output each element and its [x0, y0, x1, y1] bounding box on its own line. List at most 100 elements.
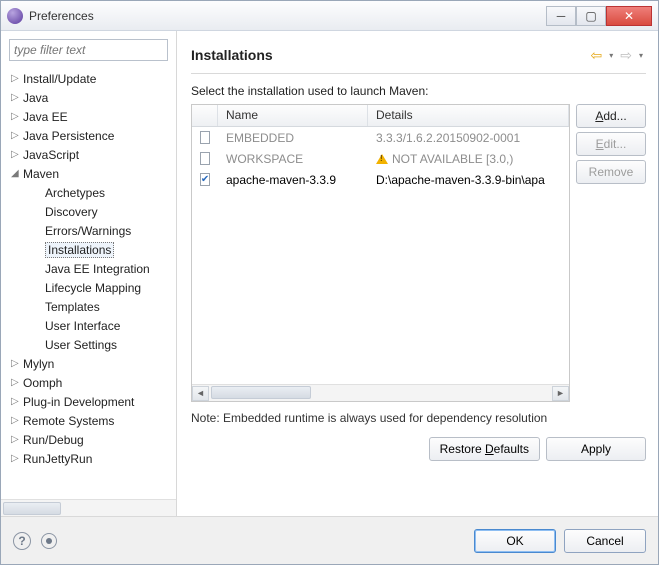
maximize-button[interactable]: ▢ [576, 6, 606, 26]
installations-table[interactable]: Name Details EMBEDDED3.3.3/1.6.2.2015090… [191, 104, 570, 402]
tree-item-label: Remote Systems [23, 414, 114, 428]
scrollbar-thumb[interactable] [211, 386, 311, 399]
nav-back-menu[interactable]: ▾ [606, 51, 616, 60]
tree-item[interactable]: ▷Java [1, 88, 176, 107]
apply-button[interactable]: Apply [546, 437, 646, 461]
checkbox[interactable]: ✔ [200, 173, 210, 186]
tree-item[interactable]: ▷Run/Debug [1, 430, 176, 449]
close-button[interactable]: ✕ [606, 6, 652, 26]
sidebar-scrollbar[interactable] [1, 499, 176, 516]
ok-button[interactable]: OK [474, 529, 556, 553]
titlebar[interactable]: Preferences ─ ▢ ✕ [1, 1, 658, 31]
tree-item[interactable]: Errors/Warnings [1, 221, 176, 240]
scroll-left-icon[interactable]: ◄ [192, 386, 209, 401]
tree-item[interactable]: ▷Java EE [1, 107, 176, 126]
cell-details: D:\apache-maven-3.3.9-bin\apa [368, 173, 569, 187]
tree-item-label: Install/Update [23, 72, 96, 86]
tree-item-label: Templates [45, 300, 100, 314]
expand-icon[interactable]: ▷ [11, 73, 23, 84]
tree-item[interactable]: ▷Oomph [1, 373, 176, 392]
expand-icon[interactable]: ▷ [11, 358, 23, 369]
expand-icon[interactable]: ▷ [11, 434, 23, 445]
tree-item[interactable]: ◢Maven [1, 164, 176, 183]
tree-item[interactable]: ▷Plug-in Development [1, 392, 176, 411]
tree-item-label: Java [23, 91, 48, 105]
tree-item-label: Plug-in Development [23, 395, 134, 409]
tree-item[interactable]: User Interface [1, 316, 176, 335]
cell-details: 3.3.3/1.6.2.20150902-0001 [368, 131, 569, 145]
expand-icon[interactable]: ▷ [11, 453, 23, 464]
restore-defaults-button[interactable]: Restore Defaults [429, 437, 540, 461]
edit-button[interactable]: Edit... [576, 132, 646, 156]
tree-item-label: Run/Debug [23, 433, 84, 447]
preferences-window: Preferences ─ ▢ ✕ ▷Install/Update▷Java▷J… [0, 0, 659, 565]
table-row[interactable]: ✔ apache-maven-3.3.9D:\apache-maven-3.3.9… [192, 169, 569, 190]
checkbox [200, 152, 210, 165]
nav-forward-icon[interactable]: ⇨ [618, 47, 634, 64]
cell-name: EMBEDDED [218, 131, 368, 145]
main-panel: Installations ⇦ ▾ ⇨ ▾ Select the install… [177, 31, 658, 516]
table-row[interactable]: WORKSPACENOT AVAILABLE [3.0,) [192, 148, 569, 169]
tree-item[interactable]: ▷Install/Update [1, 69, 176, 88]
tree-item-label: Java Persistence [23, 129, 114, 143]
tree-item-label: RunJettyRun [23, 452, 92, 466]
tree-item-label: Mylyn [23, 357, 54, 371]
select-label: Select the installation used to launch M… [191, 84, 646, 98]
nav-back-icon[interactable]: ⇦ [589, 47, 605, 64]
filter-input[interactable] [9, 39, 168, 61]
expand-icon[interactable]: ▷ [11, 111, 23, 122]
nav-forward-menu[interactable]: ▾ [636, 51, 646, 60]
expand-icon[interactable]: ▷ [11, 377, 23, 388]
tree-item[interactable]: Installations [1, 240, 176, 259]
expand-icon[interactable]: ▷ [11, 92, 23, 103]
minimize-button[interactable]: ─ [546, 6, 576, 26]
tree-item[interactable]: ▷Remote Systems [1, 411, 176, 430]
tree-item-label: Java EE [23, 110, 68, 124]
table-row[interactable]: EMBEDDED3.3.3/1.6.2.20150902-0001 [192, 127, 569, 148]
expand-icon[interactable]: ▷ [11, 149, 23, 160]
expand-icon[interactable]: ◢ [11, 168, 23, 179]
preferences-tree[interactable]: ▷Install/Update▷Java▷Java EE▷Java Persis… [1, 67, 176, 499]
tree-item[interactable]: ▷Mylyn [1, 354, 176, 373]
tree-item-label: User Settings [45, 338, 117, 352]
help-icon[interactable]: ? [13, 532, 31, 550]
cell-details: NOT AVAILABLE [3.0,) [368, 152, 569, 166]
tree-item[interactable]: User Settings [1, 335, 176, 354]
expand-icon[interactable]: ▷ [11, 396, 23, 407]
window-title: Preferences [29, 9, 94, 23]
column-name[interactable]: Name [218, 105, 368, 126]
tree-item-label: User Interface [45, 319, 120, 333]
add-button[interactable]: Add... [576, 104, 646, 128]
cancel-button[interactable]: Cancel [564, 529, 646, 553]
expand-icon[interactable]: ▷ [11, 130, 23, 141]
expand-icon[interactable]: ▷ [11, 415, 23, 426]
tree-item-label: Installations [45, 242, 114, 258]
tree-item[interactable]: Java EE Integration [1, 259, 176, 278]
scrollbar-thumb[interactable] [3, 502, 61, 515]
tree-item-label: Oomph [23, 376, 62, 390]
tree-item[interactable]: Templates [1, 297, 176, 316]
tree-item-label: Java EE Integration [45, 262, 150, 276]
checkbox [200, 131, 210, 144]
column-details[interactable]: Details [368, 105, 569, 126]
sidebar: ▷Install/Update▷Java▷Java EE▷Java Persis… [1, 31, 177, 516]
tree-item[interactable]: Archetypes [1, 183, 176, 202]
tree-item-label: Maven [23, 167, 59, 181]
tree-item-label: Errors/Warnings [45, 224, 131, 238]
tree-item-label: Discovery [45, 205, 98, 219]
scroll-right-icon[interactable]: ► [552, 386, 569, 401]
cell-name: WORKSPACE [218, 152, 368, 166]
tree-item[interactable]: ▷RunJettyRun [1, 449, 176, 468]
record-icon[interactable] [41, 533, 57, 549]
tree-item[interactable]: Discovery [1, 202, 176, 221]
page-title: Installations [191, 47, 589, 63]
cell-name: apache-maven-3.3.9 [218, 173, 368, 187]
tree-item-label: Archetypes [45, 186, 105, 200]
tree-item[interactable]: Lifecycle Mapping [1, 278, 176, 297]
tree-item[interactable]: ▷JavaScript [1, 145, 176, 164]
remove-button[interactable]: Remove [576, 160, 646, 184]
table-scrollbar[interactable]: ◄ ► [192, 384, 569, 401]
tree-item-label: JavaScript [23, 148, 79, 162]
tree-item-label: Lifecycle Mapping [45, 281, 141, 295]
tree-item[interactable]: ▷Java Persistence [1, 126, 176, 145]
